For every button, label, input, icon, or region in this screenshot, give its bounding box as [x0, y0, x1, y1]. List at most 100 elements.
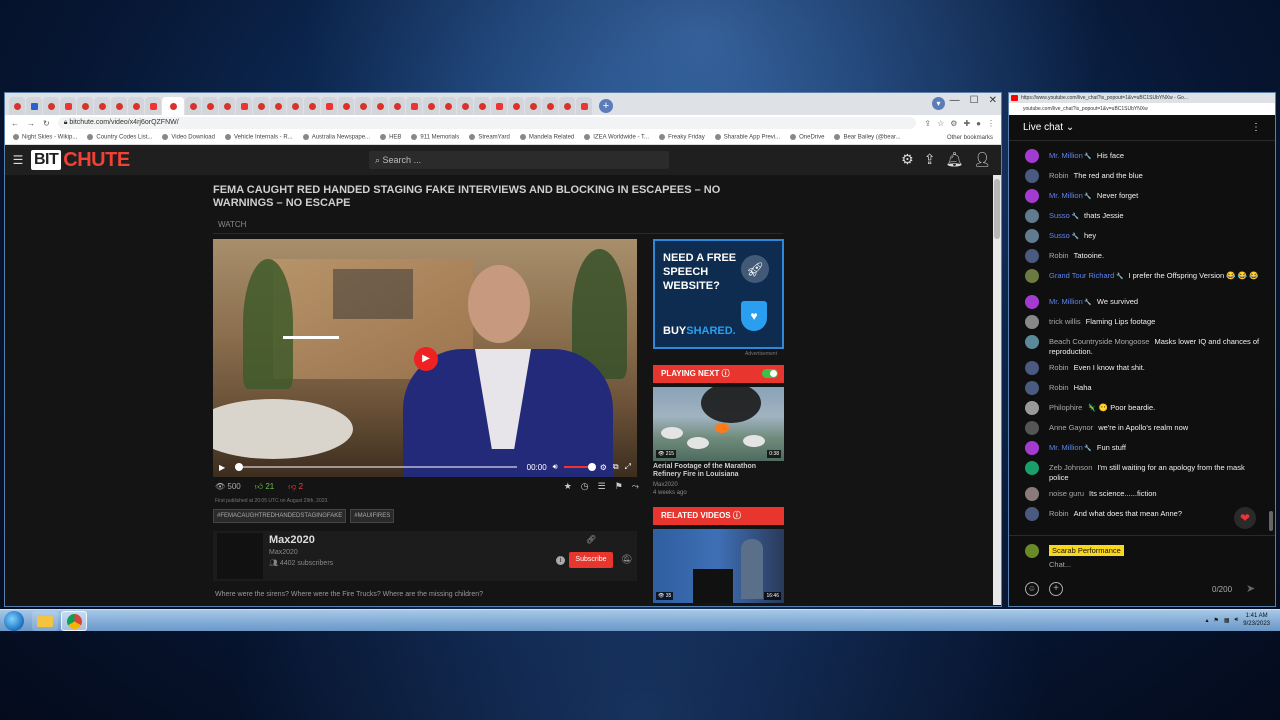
chat-message[interactable]: Mr. Million Fun stuff	[1009, 441, 1269, 463]
chat-avatar[interactable]	[1025, 461, 1039, 475]
tab-search-icon[interactable]: ▾	[932, 97, 945, 110]
bookmark-item[interactable]: HEB	[380, 134, 401, 141]
browser-tab[interactable]	[219, 97, 235, 115]
profile-icon[interactable]: ●	[976, 119, 981, 128]
browser-tab[interactable]	[26, 97, 42, 115]
progress-knob[interactable]	[235, 463, 244, 471]
address-bar[interactable]: 🔒︎ bitchute.com/video/x4rj6orQZFNW/	[57, 117, 917, 129]
new-tab-button[interactable]: +	[599, 99, 613, 113]
speaker-icon[interactable]: 🔊︎	[1235, 617, 1239, 624]
chat-message[interactable]: Philophire 🦎 😶 Poor beardie.	[1009, 401, 1269, 423]
hashtag[interactable]: #MAUIFIRES	[350, 509, 395, 523]
bookmark-item[interactable]: Video Download	[162, 134, 215, 141]
fullscreen-icon[interactable]: ⤢	[625, 462, 631, 472]
dislike-button[interactable]: 👎︎ 2	[288, 482, 303, 492]
share-icon[interactable]: ⤳	[632, 481, 639, 492]
bookmark-item[interactable]: OneDrive	[790, 134, 824, 141]
video-player[interactable]: ▶ ▶ 00:00 🔊︎ ⚙ ⧉ ⤢	[213, 239, 637, 477]
upload-icon[interactable]: ⇪	[924, 151, 936, 168]
bookmark-item[interactable]: Bear Bailey (@bear...	[834, 134, 901, 141]
bookmark-item[interactable]: Night Skies - Wikip...	[13, 134, 77, 141]
browser-tab[interactable]	[474, 97, 490, 115]
volume-slider[interactable]	[563, 463, 596, 471]
forward-icon[interactable]: →	[27, 119, 35, 128]
chat-message[interactable]: Robin Tatooine.	[1009, 249, 1269, 271]
autoplay-toggle[interactable]	[762, 369, 778, 378]
chat-avatar[interactable]	[1025, 315, 1039, 329]
advertisement-banner[interactable]: NEED A FREE SPEECH WEBSITE? 🚀︎ ♥ BUYSHAR…	[653, 239, 784, 349]
tab-watch[interactable]: WATCH	[213, 220, 783, 234]
chat-message[interactable]: Mr. Million His face	[1009, 149, 1269, 171]
chat-avatar[interactable]	[1025, 421, 1039, 435]
chat-avatar[interactable]	[1025, 441, 1039, 455]
network-icon[interactable]: ▦	[1224, 617, 1230, 624]
settings-gear-icon[interactable]: ⚙	[901, 151, 914, 168]
chat-message[interactable]: Robin The red and the blue	[1009, 169, 1269, 191]
bookmark-item[interactable]: Mandela Related	[519, 134, 574, 141]
browser-tab[interactable]	[287, 97, 303, 115]
play-icon[interactable]: ▶	[219, 463, 225, 472]
search-input[interactable]: ⌕ Search ...	[369, 151, 669, 169]
browser-tab[interactable]	[321, 97, 337, 115]
tray-arrow-icon[interactable]: ▴	[1205, 617, 1208, 624]
extension-icon[interactable]: ⚙	[950, 119, 957, 128]
bookmark-item[interactable]: Vehicle Internals - R...	[224, 134, 293, 141]
chat-mode-dropdown[interactable]: Live chat ⌄	[1023, 122, 1074, 133]
add-icon[interactable]: +	[1049, 582, 1063, 596]
browser-tab[interactable]	[77, 97, 93, 115]
chat-message[interactable]: Mr. Million Never forget	[1009, 189, 1269, 211]
emoji-icon[interactable]: ☺	[1025, 582, 1039, 596]
info-icon[interactable]: i	[556, 556, 565, 565]
chat-address-bar[interactable]: youtube.com/live_chat?is_popout=1&v=uBC1…	[1009, 103, 1275, 115]
other-bookmarks[interactable]: Other bookmarks	[947, 135, 993, 141]
chat-input[interactable]: Chat...	[1049, 560, 1071, 569]
chat-author[interactable]: noise guru	[1049, 489, 1084, 498]
more-options-icon[interactable]: ⋮	[1251, 122, 1261, 133]
chat-avatar[interactable]	[1025, 229, 1039, 243]
link-icon[interactable]: 🔗︎	[586, 535, 596, 544]
bookmark-item[interactable]: Freaky Friday	[659, 134, 705, 141]
popout-icon[interactable]: ⧉	[613, 462, 619, 472]
chat-avatar[interactable]	[1025, 487, 1039, 501]
browser-tab[interactable]	[406, 97, 422, 115]
browser-tab[interactable]	[270, 97, 286, 115]
browser-tab[interactable]	[202, 97, 218, 115]
playlist-icon[interactable]: ☰	[598, 481, 606, 492]
hashtag[interactable]: #FEMACAUGHTREDHANDEDSTAGINGFAKE	[213, 509, 347, 523]
chat-author[interactable]: Anne Gaynor	[1049, 423, 1093, 432]
maximize-icon[interactable]: ☐	[970, 95, 979, 106]
like-button[interactable]: 👍︎ 21	[255, 482, 275, 492]
chat-author[interactable]: Susso	[1049, 211, 1079, 220]
browser-tab[interactable]	[43, 97, 59, 115]
browser-tab[interactable]	[162, 97, 184, 115]
chat-message[interactable]: Susso thats Jessie	[1009, 209, 1269, 231]
browser-tab[interactable]	[185, 97, 201, 115]
chat-author[interactable]: Robin	[1049, 383, 1069, 392]
bookmark-item[interactable]: Sharable App Previ...	[714, 134, 780, 141]
chat-author[interactable]: Mr. Million	[1049, 151, 1092, 160]
chat-scrollbar-thumb[interactable]	[1269, 511, 1273, 531]
chat-message[interactable]: Robin Haha	[1009, 381, 1269, 403]
browser-tab[interactable]	[338, 97, 354, 115]
channel-avatar[interactable]	[217, 533, 263, 579]
chat-avatar[interactable]	[1025, 189, 1039, 203]
browser-tab[interactable]	[145, 97, 161, 115]
chat-author[interactable]: Robin	[1049, 171, 1069, 180]
browser-tab[interactable]	[94, 97, 110, 115]
browser-tab[interactable]	[253, 97, 269, 115]
chat-message[interactable]: Robin And what does that mean Anne?	[1009, 507, 1269, 529]
file-explorer-taskbar-icon[interactable]	[32, 611, 58, 631]
back-icon[interactable]: ←	[11, 119, 19, 128]
bookmark-item[interactable]: Country Codes List...	[87, 134, 152, 141]
chat-author[interactable]: Mr. Million	[1049, 191, 1092, 200]
chat-author[interactable]: Robin	[1049, 251, 1069, 260]
page-scrollbar[interactable]	[993, 175, 1001, 605]
next-video-title[interactable]: Aerial Footage of the Marathon Refinery …	[653, 463, 784, 479]
browser-tab[interactable]	[423, 97, 439, 115]
chat-message[interactable]: Grand Tour Richard I prefer the Offspring…	[1009, 269, 1269, 297]
chat-avatar[interactable]	[1025, 401, 1039, 415]
browser-tab[interactable]	[355, 97, 371, 115]
chrome-taskbar-icon[interactable]	[61, 611, 87, 631]
settings-icon[interactable]: ⚙	[600, 463, 607, 472]
chat-message[interactable]: Mr. Million We survived	[1009, 295, 1269, 317]
